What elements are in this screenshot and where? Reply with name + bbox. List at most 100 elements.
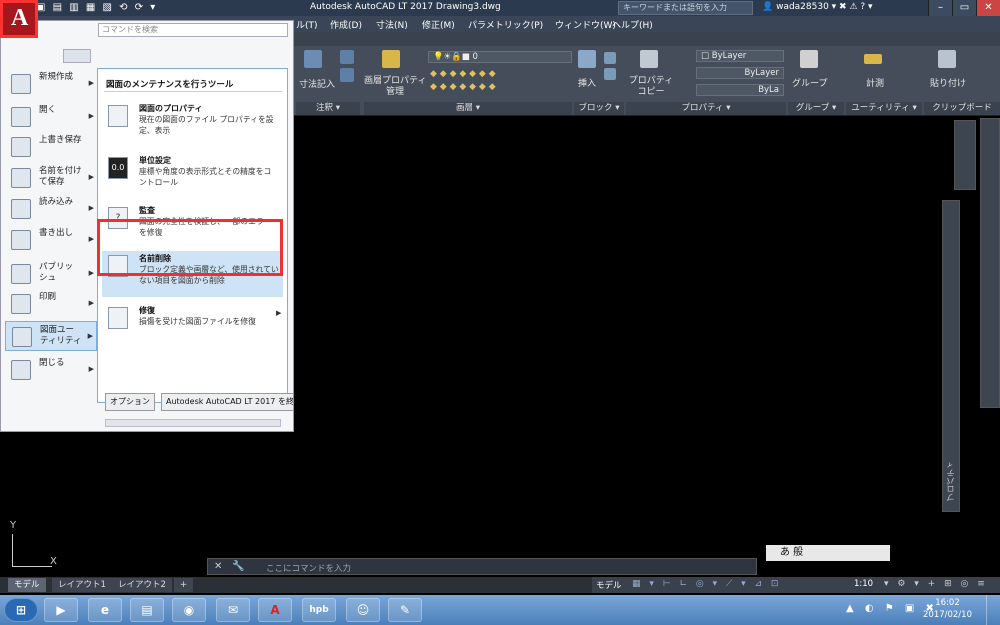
user-account[interactable]: 👤 wada28530 ▾ ✖ ⚠ ? ▾ (762, 2, 873, 12)
group-panel-title[interactable]: グループ ▾ (788, 102, 844, 115)
properties-palette-strip[interactable]: プロパティ (942, 200, 960, 512)
linear-dim-icon[interactable] (340, 50, 354, 64)
mail-icon[interactable]: ✉ (216, 598, 250, 622)
layer-properties-button[interactable]: 画層プロパティ 管理 (364, 76, 426, 98)
horizontal-scrollbar[interactable] (105, 419, 281, 427)
menu-window[interactable]: ウィンドウ(W) (555, 18, 616, 31)
utilities-panel-title[interactable]: ユーティリティ ▾ (846, 102, 922, 115)
internet-explorer-icon[interactable]: e (88, 598, 122, 622)
close-button[interactable]: ✕ (976, 0, 1000, 16)
export-icon (11, 230, 31, 250)
menu-import[interactable]: 読み込み ▶ (5, 194, 97, 224)
measure-button[interactable]: 計測 (866, 76, 884, 89)
leader-icon[interactable] (340, 68, 354, 82)
help-search-input[interactable]: キーワードまたは語句を入力 (618, 1, 753, 15)
lineweight-dropdown[interactable]: ByLa (696, 84, 784, 96)
customize-wrench-icon[interactable]: 🔧 (232, 561, 244, 572)
publish-icon (11, 264, 31, 284)
hpb-icon[interactable]: hpb (302, 598, 336, 622)
insert-block-icon[interactable] (578, 50, 596, 68)
show-desktop-button[interactable] (986, 595, 1000, 625)
menu-close[interactable]: 閉じる ▶ (5, 355, 97, 385)
dimension-button[interactable]: 寸法記入 (299, 77, 335, 90)
autocad-logo-icon: A (11, 5, 29, 31)
match-properties-button[interactable]: プロパティ コピー (628, 76, 674, 98)
clock[interactable]: 16:02 2017/02/10 (923, 597, 972, 621)
layer-dropdown[interactable]: 💡☀🔒■ 0 (428, 51, 572, 63)
menu-save[interactable]: 上書き保存 (5, 132, 97, 162)
group-icon[interactable] (800, 50, 818, 68)
application-button[interactable]: A (0, 0, 38, 38)
close-cmdline-icon[interactable]: ✕ (214, 561, 222, 572)
quick-access-toolbar[interactable]: ▣ ▤ ▥ ▦ ▧ ⟲ ⟳ ▾ (36, 2, 157, 13)
paint-icon[interactable]: ✎ (388, 598, 422, 622)
command-input[interactable]: ここにコマンドを入力 (266, 562, 351, 574)
menu-tools[interactable]: ル(T) (296, 18, 318, 31)
menu-parametric[interactable]: パラメトリック(P) (468, 18, 543, 31)
menu-help[interactable]: ヘルプ(H) (612, 18, 653, 31)
color-dropdown[interactable]: □ ByLayer (696, 50, 784, 62)
clipboard-panel-title[interactable]: クリップボード (924, 102, 1000, 115)
tab-layout1[interactable]: レイアウト1 (52, 578, 112, 592)
block-panel-title[interactable]: ブロック ▾ (574, 102, 624, 115)
recent-docs-toggle[interactable] (63, 49, 91, 63)
exit-autocad-button[interactable]: Autodesk AutoCAD LT 2017 を終了 (161, 393, 294, 411)
purge-highlight-box (97, 219, 283, 276)
folder-icon (11, 107, 31, 127)
drawing-properties-item[interactable]: 図面のプロパティ 現在の図面のファイル プロパティを設定、表示 (102, 101, 283, 141)
match-properties-icon[interactable] (640, 50, 658, 68)
menu-publish[interactable]: パブリッ シュ ▶ (5, 259, 97, 289)
ime-mode: あ 般 (780, 547, 804, 558)
menu-open[interactable]: 開く ▶ (5, 102, 97, 132)
clock-date: 2017/02/10 (923, 610, 972, 620)
recover-item[interactable]: 修復 損傷を受けた図面ファイルを修復 ▶ (102, 303, 283, 333)
paste-button[interactable]: 貼り付け (930, 76, 966, 89)
draw-tools-palette[interactable] (980, 118, 1000, 408)
annotation-scale[interactable]: 1:10 (854, 579, 873, 589)
units-item[interactable]: 0.0 単位設定 座標や角度の表示形式とその精度をコントロール (102, 153, 283, 193)
recover-icon (108, 307, 128, 329)
properties-panel-title[interactable]: プロパティ ▾ (626, 102, 786, 115)
menu-save-as[interactable]: 名前を付け て保存 ▶ (5, 163, 97, 193)
create-block-icon[interactable] (604, 52, 616, 64)
dimension-icon[interactable] (304, 50, 322, 68)
measure-icon[interactable] (864, 54, 882, 64)
tab-add[interactable]: + (174, 578, 194, 592)
command-search-input[interactable]: コマンドを検索 (98, 23, 288, 37)
tab-layout2[interactable]: レイアウト2 (112, 578, 172, 592)
layer-panel-title[interactable]: 画層 ▾ (364, 102, 572, 115)
status-tools[interactable]: ▾ ⚙ ▾ + ⊞ ◎ ≡ (884, 579, 988, 589)
game-app-icon[interactable]: ☺ (346, 598, 380, 622)
maximize-button[interactable]: ▭ (952, 0, 976, 16)
file-explorer-icon[interactable]: ▤ (130, 598, 164, 622)
model-space-button[interactable]: モデル (596, 579, 622, 591)
chrome-icon[interactable]: ◉ (172, 598, 206, 622)
edit-block-icon[interactable] (604, 68, 616, 80)
bylayer-color: ByLayer (711, 51, 747, 61)
ime-toolbar[interactable]: あ 般 (766, 545, 890, 561)
wrench-icon (12, 327, 32, 347)
options-button[interactable]: オプション (105, 393, 155, 411)
menu-export[interactable]: 書き出し ▶ (5, 225, 97, 255)
menu-modify[interactable]: 修正(M) (422, 18, 455, 31)
autocad-taskbar-icon[interactable]: A (258, 598, 292, 622)
annotation-panel-title[interactable]: 注釈 ▾ (296, 102, 360, 115)
bylayer-lineweight: ByLa (758, 85, 779, 95)
linetype-dropdown[interactable]: ByLayer (696, 67, 784, 79)
menu-print[interactable]: 印刷 ▶ (5, 289, 97, 319)
paste-icon[interactable] (938, 50, 956, 68)
insert-button[interactable]: 挿入 (578, 76, 596, 89)
group-button[interactable]: グループ (792, 76, 827, 89)
navigation-bar[interactable] (954, 120, 976, 190)
media-player-icon[interactable]: ▶ (44, 598, 78, 622)
menu-new[interactable]: 新規作成 ▶ (5, 69, 97, 99)
start-button[interactable]: ⊞ (4, 598, 38, 622)
menu-draw[interactable]: 作成(D) (330, 18, 362, 31)
tab-model[interactable]: モデル (8, 578, 46, 592)
layer-tools-icons[interactable]: ◆ ◆ ◆ ◆ ◆ ◆ ◆ ◆ ◆ ◆ ◆ ◆ ◆ ◆ (430, 68, 570, 96)
minimize-button[interactable]: – (928, 0, 952, 16)
layer-properties-icon[interactable] (382, 50, 400, 68)
menu-drawing-utilities[interactable]: 図面ユー ティリティ ▶ (5, 321, 97, 351)
drafting-toggles[interactable]: ▦ ▾ ⊢ ∟ ◎ ▾ ⟋ ▾ ⊿ ⊡ (632, 579, 781, 589)
menu-dimension[interactable]: 寸法(N) (376, 18, 408, 31)
